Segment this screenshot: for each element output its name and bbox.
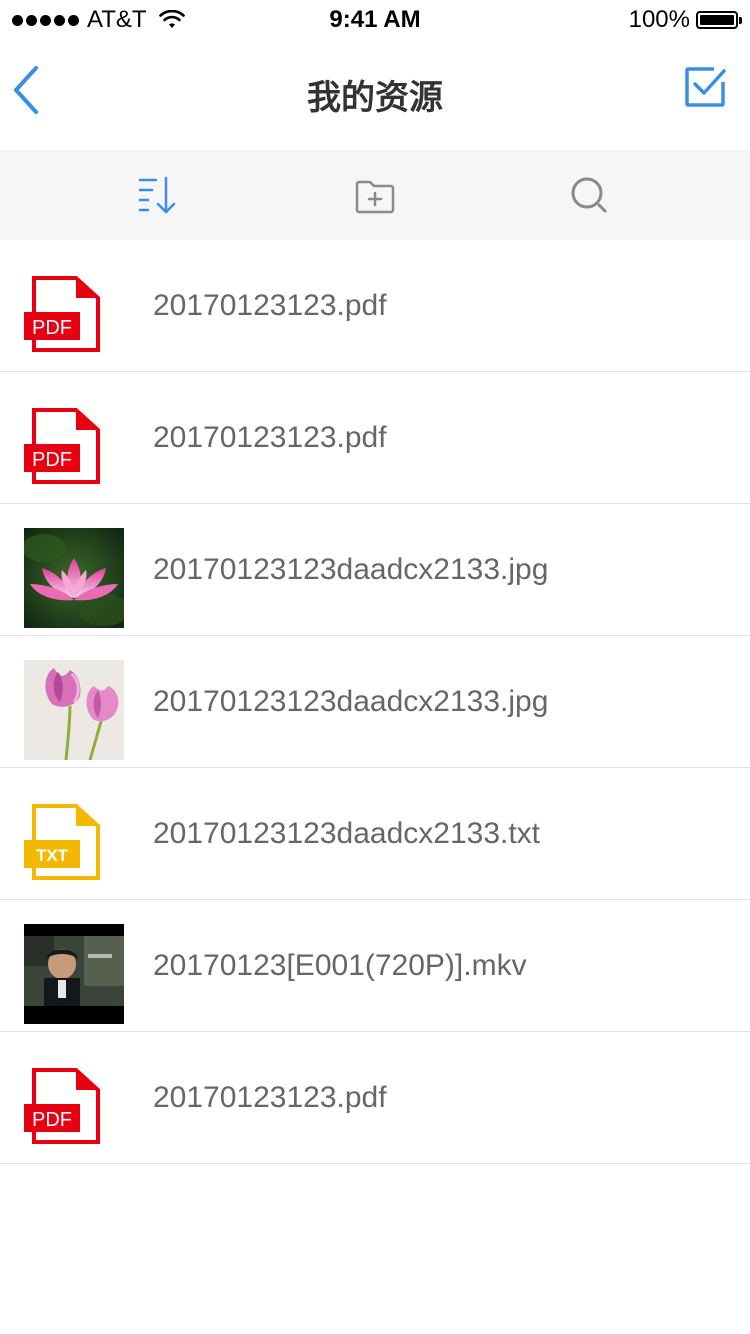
file-name: 20170123123daadcx2133.txt <box>153 817 541 850</box>
battery-level <box>700 15 734 25</box>
file-name: 20170123123daadcx2133.jpg <box>153 553 549 586</box>
file-row[interactable]: PDF 20170123123.pdf <box>0 240 750 372</box>
file-row[interactable]: TXT 20170123123daadcx2133.txt <box>0 768 750 900</box>
file-list: PDF 20170123123.pdf PDF 20170123123.pdf <box>0 240 750 1164</box>
file-row[interactable]: 20170123123daadcx2133.jpg <box>0 504 750 636</box>
battery-percentage: 100% <box>628 6 690 33</box>
svg-text:PDF: PDF <box>32 1109 72 1131</box>
folder-add-icon[interactable] <box>353 174 397 218</box>
pdf-file-icon: PDF <box>24 408 100 484</box>
file-name: 20170123123.pdf <box>153 1081 387 1114</box>
file-row[interactable]: 20170123123daadcx2133.jpg <box>0 636 750 768</box>
txt-file-icon: TXT <box>24 804 100 880</box>
pdf-file-icon: PDF <box>24 1068 100 1144</box>
battery-icon <box>696 11 742 29</box>
video-thumbnail <box>24 924 124 1024</box>
toolbar <box>0 150 750 240</box>
lotus-image-thumbnail <box>24 528 124 628</box>
svg-text:PDF: PDF <box>32 449 72 471</box>
file-name: 20170123123.pdf <box>153 289 387 322</box>
svg-text:PDF: PDF <box>32 317 72 339</box>
sort-icon[interactable] <box>136 174 180 218</box>
file-row[interactable]: PDF 20170123123.pdf <box>0 1032 750 1164</box>
search-icon[interactable] <box>568 174 612 218</box>
checkbox-checked-icon[interactable] <box>684 66 726 108</box>
status-right: 100% <box>628 6 742 34</box>
svg-text:TXT: TXT <box>36 846 69 865</box>
file-row[interactable]: 20170123[E001(720P)].mkv <box>0 900 750 1032</box>
file-name: 20170123123.pdf <box>153 421 387 454</box>
file-name: 20170123123daadcx2133.jpg <box>153 685 549 718</box>
page-title: 我的资源 <box>307 79 443 117</box>
tulips-image-thumbnail <box>24 660 124 760</box>
navigation-bar: 我的资源 <box>0 40 750 150</box>
file-row[interactable]: PDF 20170123123.pdf <box>0 372 750 504</box>
status-bar: AT&T 9:41 AM 100% <box>0 0 750 40</box>
pdf-file-icon: PDF <box>24 276 100 352</box>
file-name: 20170123[E001(720P)].mkv <box>153 949 527 982</box>
